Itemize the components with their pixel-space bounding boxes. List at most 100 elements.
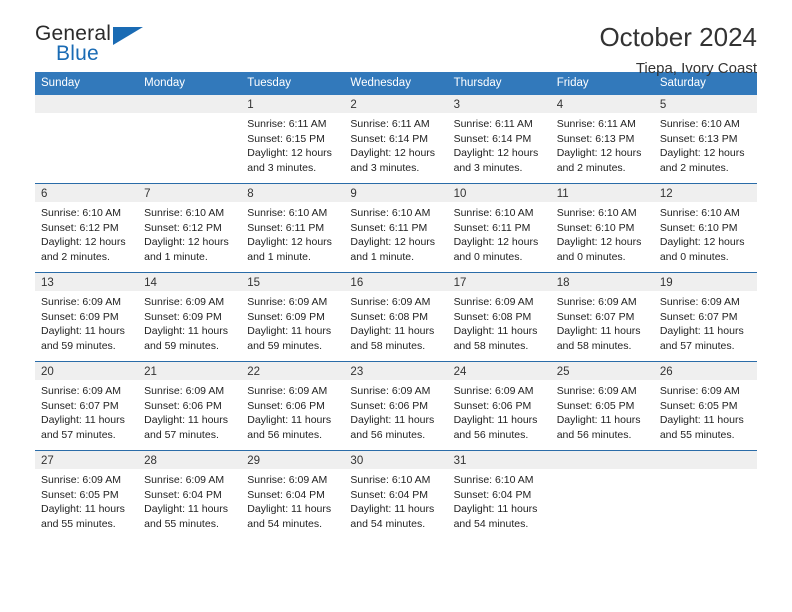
calendar-day-cell[interactable]: 8 Sunrise: 6:10 AM Sunset: 6:11 PM Daylight… <box>241 183 345 273</box>
calendar-day-cell[interactable]: 12 Sunrise: 6:10 AM Sunset: 6:10 PM Dayligh… <box>653 183 757 273</box>
sunrise-text: Sunrise: 6:11 AM <box>556 118 636 130</box>
sunset-text: Sunset: 6:12 PM <box>144 221 222 234</box>
day-number: 9 <box>344 184 448 202</box>
calendar-day-cell[interactable]: 20 Sunrise: 6:09 AM Sunset: 6:07 PM Dayligh… <box>35 361 139 451</box>
sunrise-text: Sunrise: 6:10 AM <box>453 207 534 219</box>
calendar-day-cell[interactable]: 5 Sunrise: 6:10 AM Sunset: 6:13 PM Daylight… <box>653 95 757 184</box>
day-number: 31 <box>447 451 551 469</box>
day-details: Sunrise: 6:09 AM Sunset: 6:06 PM Daylight:… <box>241 380 344 442</box>
day-number: 16 <box>344 273 448 291</box>
weekday-header-thursday: Thursday <box>447 72 551 95</box>
calendar-day-cell[interactable]: 19 Sunrise: 6:09 AM Sunset: 6:07 PM Dayligh… <box>653 272 757 362</box>
day-details: Sunrise: 6:09 AM Sunset: 6:08 PM Daylight:… <box>448 291 551 353</box>
calendar-day-cell[interactable]: 23 Sunrise: 6:09 AM Sunset: 6:06 PM Dayligh… <box>344 361 448 451</box>
sunset-text: Sunset: 6:08 PM <box>350 310 429 323</box>
day-details: Sunrise: 6:09 AM Sunset: 6:09 PM Daylight:… <box>35 291 138 353</box>
day-details: Sunrise: 6:09 AM Sunset: 6:07 PM Daylight:… <box>35 380 138 442</box>
calendar-day-cell[interactable]: 15 Sunrise: 6:09 AM Sunset: 6:09 PM Dayligh… <box>241 272 345 362</box>
calendar-day-cell[interactable]: 1 Sunrise: 6:11 AM Sunset: 6:15 PM Daylight… <box>241 95 345 184</box>
calendar-day-cell[interactable]: 7 Sunrise: 6:10 AM Sunset: 6:12 PM Daylight… <box>138 183 242 273</box>
calendar-day-cell[interactable]: 6 Sunrise: 6:10 AM Sunset: 6:12 PM Daylight… <box>35 183 139 273</box>
day-number: 24 <box>447 362 551 380</box>
calendar-day-cell[interactable]: 25 Sunrise: 6:09 AM Sunset: 6:05 PM Dayligh… <box>550 361 654 451</box>
sunset-text: Sunset: 6:07 PM <box>556 310 635 323</box>
sunrise-text: Sunrise: 6:09 AM <box>247 385 328 397</box>
calendar-day-cell[interactable]: 31 Sunrise: 6:10 AM Sunset: 6:04 PM Dayligh… <box>447 450 551 539</box>
day-number: 17 <box>447 273 551 291</box>
sunrise-text: Sunrise: 6:09 AM <box>247 474 328 486</box>
calendar-day-cell[interactable]: 27 Sunrise: 6:09 AM Sunset: 6:05 PM Dayligh… <box>35 450 139 539</box>
day-details: Sunrise: 6:09 AM Sunset: 6:04 PM Daylight:… <box>138 469 241 531</box>
daylight-text: Daylight: 11 hours and 59 minutes. <box>247 325 332 352</box>
daylight-text: Daylight: 11 hours and 57 minutes. <box>659 325 744 352</box>
daylight-text: Daylight: 12 hours and 0 minutes. <box>556 236 642 263</box>
calendar-day-cell[interactable]: 18 Sunrise: 6:09 AM Sunset: 6:07 PM Dayligh… <box>550 272 654 362</box>
sunset-text: Sunset: 6:13 PM <box>659 132 738 145</box>
sunset-text: Sunset: 6:10 PM <box>556 221 635 234</box>
weekday-header-sunday: Sunday <box>35 72 139 95</box>
calendar-day-cell[interactable]: 17 Sunrise: 6:09 AM Sunset: 6:08 PM Dayligh… <box>447 272 551 362</box>
sunset-text: Sunset: 6:06 PM <box>247 399 325 412</box>
daylight-text: Daylight: 11 hours and 56 minutes. <box>350 414 435 441</box>
calendar-day-cell[interactable]: 24 Sunrise: 6:09 AM Sunset: 6:06 PM Dayligh… <box>447 361 551 451</box>
day-details: Sunrise: 6:11 AM Sunset: 6:15 PM Daylight:… <box>241 113 344 175</box>
calendar-day-cell[interactable]: 10 Sunrise: 6:10 AM Sunset: 6:11 PM Dayligh… <box>447 183 551 273</box>
day-number <box>138 95 242 113</box>
calendar-day-cell[interactable]: 13 Sunrise: 6:09 AM Sunset: 6:09 PM Dayligh… <box>35 272 139 362</box>
sunset-text: Sunset: 6:08 PM <box>453 310 532 323</box>
page-title: October 2024 <box>599 22 757 52</box>
sunset-text: Sunset: 6:06 PM <box>350 399 429 412</box>
day-number: 2 <box>344 95 448 113</box>
day-number: 30 <box>344 451 448 469</box>
calendar-day-cell[interactable]: 11 Sunrise: 6:10 AM Sunset: 6:10 PM Dayligh… <box>550 183 654 273</box>
day-number: 27 <box>35 451 139 469</box>
day-details: Sunrise: 6:09 AM Sunset: 6:05 PM Daylight:… <box>35 469 138 531</box>
calendar-day-cell[interactable]: 4 Sunrise: 6:11 AM Sunset: 6:13 PM Daylight… <box>550 95 654 184</box>
daylight-text: Daylight: 12 hours and 2 minutes. <box>41 236 126 263</box>
sunrise-text: Sunrise: 6:09 AM <box>556 296 637 308</box>
sunset-text: Sunset: 6:09 PM <box>144 310 222 323</box>
sunrise-text: Sunrise: 6:10 AM <box>350 207 431 219</box>
calendar-day-cell-empty <box>653 450 757 539</box>
calendar-day-cell[interactable]: 22 Sunrise: 6:09 AM Sunset: 6:06 PM Dayligh… <box>241 361 345 451</box>
day-details: Sunrise: 6:10 AM Sunset: 6:11 PM Daylight:… <box>241 202 344 264</box>
sunrise-text: Sunrise: 6:09 AM <box>659 385 740 397</box>
weekday-header-wednesday: Wednesday <box>344 72 448 95</box>
day-details: Sunrise: 6:09 AM Sunset: 6:05 PM Daylight:… <box>551 380 654 442</box>
calendar-day-cell[interactable]: 26 Sunrise: 6:09 AM Sunset: 6:05 PM Dayligh… <box>653 361 757 451</box>
day-number: 8 <box>241 184 345 202</box>
day-number: 13 <box>35 273 139 291</box>
sunset-text: Sunset: 6:06 PM <box>453 399 532 412</box>
calendar-day-cell[interactable]: 2 Sunrise: 6:11 AM Sunset: 6:14 PM Daylight… <box>344 95 448 184</box>
day-details: Sunrise: 6:09 AM Sunset: 6:06 PM Daylight:… <box>138 380 241 442</box>
daylight-text: Daylight: 11 hours and 58 minutes. <box>453 325 538 352</box>
sunrise-text: Sunrise: 6:09 AM <box>659 296 740 308</box>
calendar-week-row: 6 Sunrise: 6:10 AM Sunset: 6:12 PM Daylight… <box>35 183 757 273</box>
general-blue-logo[interactable]: General Blue <box>35 22 165 70</box>
sunset-text: Sunset: 6:12 PM <box>41 221 119 234</box>
daylight-text: Daylight: 12 hours and 3 minutes. <box>453 147 539 174</box>
calendar-day-cell[interactable]: 14 Sunrise: 6:09 AM Sunset: 6:09 PM Dayligh… <box>138 272 242 362</box>
calendar-day-cell[interactable]: 28 Sunrise: 6:09 AM Sunset: 6:04 PM Dayligh… <box>138 450 242 539</box>
calendar-day-cell[interactable]: 29 Sunrise: 6:09 AM Sunset: 6:04 PM Dayligh… <box>241 450 345 539</box>
daylight-text: Daylight: 12 hours and 1 minute. <box>144 236 229 263</box>
day-details: Sunrise: 6:09 AM Sunset: 6:06 PM Daylight:… <box>448 380 551 442</box>
calendar-day-cell[interactable]: 9 Sunrise: 6:10 AM Sunset: 6:11 PM Daylight… <box>344 183 448 273</box>
calendar-day-cell[interactable]: 3 Sunrise: 6:11 AM Sunset: 6:14 PM Daylight… <box>447 95 551 184</box>
sunrise-text: Sunrise: 6:09 AM <box>453 296 534 308</box>
daylight-text: Daylight: 11 hours and 56 minutes. <box>556 414 641 441</box>
calendar-day-cell[interactable]: 21 Sunrise: 6:09 AM Sunset: 6:06 PM Dayligh… <box>138 361 242 451</box>
day-number: 15 <box>241 273 345 291</box>
sunrise-text: Sunrise: 6:09 AM <box>453 385 534 397</box>
sunrise-text: Sunrise: 6:09 AM <box>144 296 225 308</box>
calendar-day-cell-empty <box>35 95 139 184</box>
daylight-text: Daylight: 12 hours and 1 minute. <box>350 236 436 263</box>
day-details: Sunrise: 6:09 AM Sunset: 6:07 PM Daylight:… <box>654 291 757 353</box>
day-details: Sunrise: 6:10 AM Sunset: 6:12 PM Daylight:… <box>138 202 241 264</box>
day-details: Sunrise: 6:10 AM Sunset: 6:04 PM Daylight:… <box>344 469 447 531</box>
calendar-day-cell[interactable]: 30 Sunrise: 6:10 AM Sunset: 6:04 PM Dayligh… <box>344 450 448 539</box>
day-number: 11 <box>550 184 654 202</box>
day-number: 25 <box>550 362 654 380</box>
calendar-day-cell[interactable]: 16 Sunrise: 6:09 AM Sunset: 6:08 PM Dayligh… <box>344 272 448 362</box>
sunrise-text: Sunrise: 6:10 AM <box>659 207 740 219</box>
